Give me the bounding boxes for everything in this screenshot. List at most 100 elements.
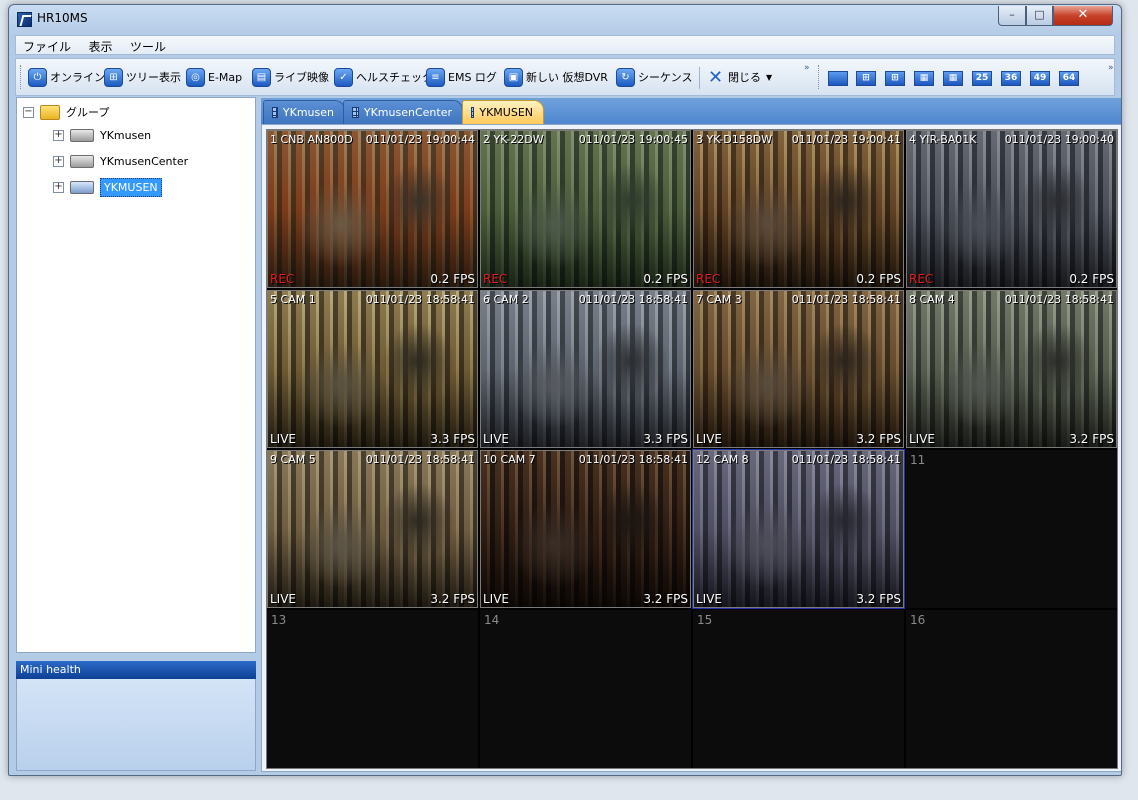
camera-tile[interactable]: 5 CAM 1 011/01/23 18:58:41 LIVE 3.3 FPS — [267, 290, 478, 448]
camera-tile[interactable]: 1 CNB AN800D 011/01/23 19:00:44 REC 0.2 FPS — [267, 130, 478, 288]
sequence-button[interactable]: ↻ シーケンス — [616, 66, 692, 88]
camera-video-feed — [694, 451, 903, 607]
health-check-button[interactable]: ✓ ヘルスチェック — [334, 66, 433, 88]
close-x-icon: ✕ — [707, 66, 724, 88]
log-icon: ≡ — [426, 67, 445, 87]
camera-tile[interactable]: 9 CAM 5 011/01/23 18:58:41 LIVE 3.2 FPS — [267, 450, 478, 608]
camera-timestamp: 011/01/23 18:58:41 — [365, 453, 475, 466]
slot-number: 14 — [484, 613, 500, 627]
camera-video-feed — [694, 131, 903, 287]
layout-3x3-button[interactable]: ▦ — [914, 71, 934, 86]
camera-name: 7 CAM 3 — [696, 293, 742, 306]
camera-timestamp: 011/01/23 18:58:41 — [578, 453, 688, 466]
window-title: HR10MS — [37, 11, 88, 25]
dvr-device-icon — [70, 181, 94, 194]
layout-64-button[interactable]: 64 — [1059, 71, 1079, 86]
minimize-button[interactable]: – — [998, 6, 1026, 26]
camera-fps: 3.2 FPS — [856, 592, 901, 606]
camera-fps: 3.2 FPS — [856, 432, 901, 446]
close-view-label: 閉じる — [728, 71, 761, 84]
device-tree-panel: − グループ + YKmusen + YKmusenCenter + YKMUS… — [16, 97, 256, 653]
online-label: オンライン — [50, 71, 105, 84]
online-button[interactable]: ⏻ オンライン — [28, 66, 105, 88]
layout-4x4-button[interactable]: ▦ — [943, 71, 963, 86]
camera-name: 4 YIR-BA01K — [909, 133, 977, 146]
close-view-button[interactable]: ✕ 閉じる ▼ — [706, 66, 772, 88]
camera-tile[interactable]: 6 CAM 2 011/01/23 18:58:41 LIVE 3.3 FPS — [480, 290, 691, 448]
grid-icon — [352, 107, 359, 118]
empty-camera-slot[interactable]: 14 — [480, 610, 691, 768]
camera-timestamp: 011/01/23 18:58:41 — [791, 293, 901, 306]
tree-root[interactable]: − グループ — [23, 104, 109, 120]
tree-node-label: YKmusen — [100, 129, 152, 142]
empty-camera-slot[interactable]: 13 — [267, 610, 478, 768]
layout-49-button[interactable]: 49 — [1030, 71, 1050, 86]
expand-icon[interactable]: + — [53, 182, 64, 193]
empty-camera-slot[interactable]: 15 — [693, 610, 904, 768]
camera-tile[interactable]: 7 CAM 3 011/01/23 18:58:41 LIVE 3.2 FPS — [693, 290, 904, 448]
layout-36-button[interactable]: 36 — [1001, 71, 1021, 86]
camera-mode-badge: LIVE — [696, 592, 723, 606]
layout-1x1-button[interactable] — [828, 71, 848, 86]
tree-node-ykmusen-selected[interactable]: + YKMUSEN — [53, 178, 162, 197]
camera-mode-badge: LIVE — [483, 592, 510, 606]
emap-button[interactable]: ◎ E-Map — [186, 66, 242, 88]
camera-name: 5 CAM 1 — [270, 293, 316, 306]
tab-label: YKmusenCenter — [363, 106, 452, 119]
camera-timestamp: 011/01/23 19:00:45 — [578, 133, 688, 146]
live-video-button[interactable]: ▤ ライブ映像 — [252, 66, 329, 88]
toolbar-overflow-icon[interactable]: » — [804, 63, 810, 73]
menu-bar: ファイル 表示 ツール — [15, 35, 1115, 55]
empty-camera-slot[interactable]: 11 — [906, 450, 1117, 608]
empty-camera-slot[interactable]: 16 — [906, 610, 1117, 768]
camera-tile[interactable]: 12 CAM 8 011/01/23 18:58:41 LIVE 3.2 FPS — [692, 449, 905, 609]
camera-timestamp: 011/01/23 18:58:41 — [1004, 293, 1114, 306]
new-virtual-dvr-button[interactable]: ▣ 新しい 仮想DVR — [504, 66, 608, 88]
close-button[interactable]: ✕ — [1053, 6, 1113, 26]
expand-icon[interactable]: + — [53, 130, 64, 141]
toolbar-separator — [699, 67, 700, 89]
dvr-device-icon — [70, 129, 94, 142]
camera-tile[interactable]: 2 YK-22DW 011/01/23 19:00:45 REC 0.2 FPS — [480, 130, 691, 288]
camera-name: 10 CAM 7 — [483, 453, 536, 466]
tree-icon: ⊞ — [104, 67, 123, 87]
camera-video-feed — [907, 131, 1116, 287]
tab-label: YKMUSEN — [479, 106, 533, 119]
toolbar-overflow-icon-2[interactable]: » — [1108, 63, 1114, 73]
layout-1plus5-button[interactable]: ⊞ — [885, 71, 905, 86]
slot-number: 11 — [910, 453, 926, 467]
title-bar[interactable]: HR10MS – □ ✕ — [9, 5, 1121, 33]
ems-log-button[interactable]: ≡ EMS ログ — [426, 66, 497, 88]
tab-ykmusencenter[interactable]: YKmusenCenter — [343, 100, 463, 124]
tree-node-ykmusen[interactable]: + YKmusen — [53, 129, 151, 142]
tab-ykmusen-active[interactable]: YKMUSEN — [462, 100, 544, 124]
camera-name: 9 CAM 5 — [270, 453, 316, 466]
camera-tile[interactable]: 10 CAM 7 011/01/23 18:58:41 LIVE 3.2 FPS — [480, 450, 691, 608]
dvr-device-icon — [70, 155, 94, 168]
toolbar-grip[interactable] — [20, 65, 23, 89]
collapse-icon[interactable]: − — [23, 106, 34, 118]
camera-fps: 3.2 FPS — [643, 592, 688, 606]
tree-view-button[interactable]: ⊞ ツリー表示 — [104, 66, 181, 88]
toolbar-grip-2[interactable] — [818, 65, 821, 89]
menu-view[interactable]: 表示 — [82, 36, 120, 57]
camera-name: 3 YK-D158DW — [696, 133, 773, 146]
maximize-button[interactable]: □ — [1026, 6, 1053, 26]
main-toolbar: ⏻ オンライン ⊞ ツリー表示 ◎ E-Map ▤ ライブ映像 ✓ ヘルスチェック ≡ EM… — [15, 58, 1115, 96]
camera-video-feed — [268, 291, 477, 447]
tree-node-ykmusencenter[interactable]: + YKmusenCenter — [53, 155, 188, 168]
camera-name: 6 CAM 2 — [483, 293, 529, 306]
layout-2x2-button[interactable]: ⊞ — [856, 71, 876, 86]
sequence-icon: ↻ — [616, 67, 635, 87]
layout-25-button[interactable]: 25 — [972, 71, 992, 86]
camera-tile[interactable]: 8 CAM 4 011/01/23 18:58:41 LIVE 3.2 FPS — [906, 290, 1117, 448]
tab-ykmusen[interactable]: YKmusen — [263, 100, 345, 124]
camera-video-feed — [268, 451, 477, 607]
tree-view-label: ツリー表示 — [126, 71, 181, 84]
menu-file[interactable]: ファイル — [16, 36, 78, 57]
main-window: HR10MS – □ ✕ ファイル 表示 ツール ⏻ オンライン ⊞ ツリー表示 ◎… — [8, 4, 1122, 776]
menu-tools[interactable]: ツール — [123, 36, 173, 57]
expand-icon[interactable]: + — [53, 156, 64, 167]
camera-tile[interactable]: 3 YK-D158DW 011/01/23 19:00:41 REC 0.2 FPS — [693, 130, 904, 288]
camera-tile[interactable]: 4 YIR-BA01K 011/01/23 19:00:40 REC 0.2 FPS — [906, 130, 1117, 288]
